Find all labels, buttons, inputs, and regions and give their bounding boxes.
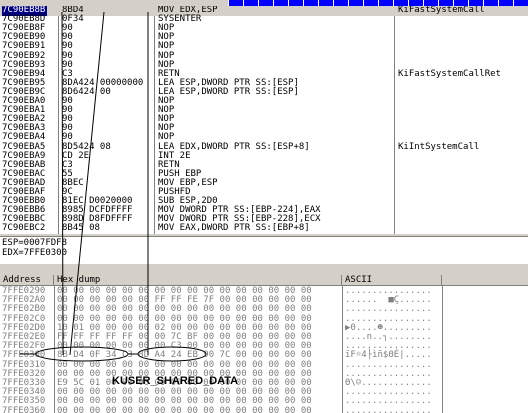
disasm-instruction: MOV EAX,DWORD PTR SS:[EBP+8] [158, 223, 310, 234]
header-address[interactable]: Address [0, 275, 54, 285]
dump-pane[interactable]: Address Hex dump ASCII 7FFE0290 00 00 00 … [0, 274, 528, 413]
annotation-label: KUSER_SHARED_DATA [112, 375, 239, 387]
dump-hex: 00 00 00 00 00 00 00 00 00 00 00 00 00 0… [57, 405, 312, 413]
dump-header: Address Hex dump ASCII [0, 274, 528, 286]
dump-address: 7FFE0360 [2, 405, 46, 413]
dump-row[interactable]: 7FFE0360 00 00 00 00 00 00 00 00 00 00 00… [0, 405, 528, 413]
dump-ascii: ................ [345, 405, 432, 413]
disasm-address: 7C90EBC2 [2, 223, 46, 234]
disasm-row[interactable]: 7C90EBC2 8B45 08 MOV EAX,DWORD PTR SS:[EBP… [0, 224, 528, 234]
info-line-edx: EDX=7FFE0300 [2, 248, 68, 258]
header-ascii[interactable]: ASCII [342, 275, 442, 285]
disasm-hex: 8B45 08 [62, 223, 100, 234]
header-hex-dump[interactable]: Hex dump [54, 275, 342, 285]
disassembly-pane[interactable]: 7C90EB8B 8BD4 MOV EDX,ESP KiFastSystemCall 7… [0, 6, 528, 234]
info-pane: ESP=0007FDF8 EDX=7FFE0300 [0, 236, 528, 263]
